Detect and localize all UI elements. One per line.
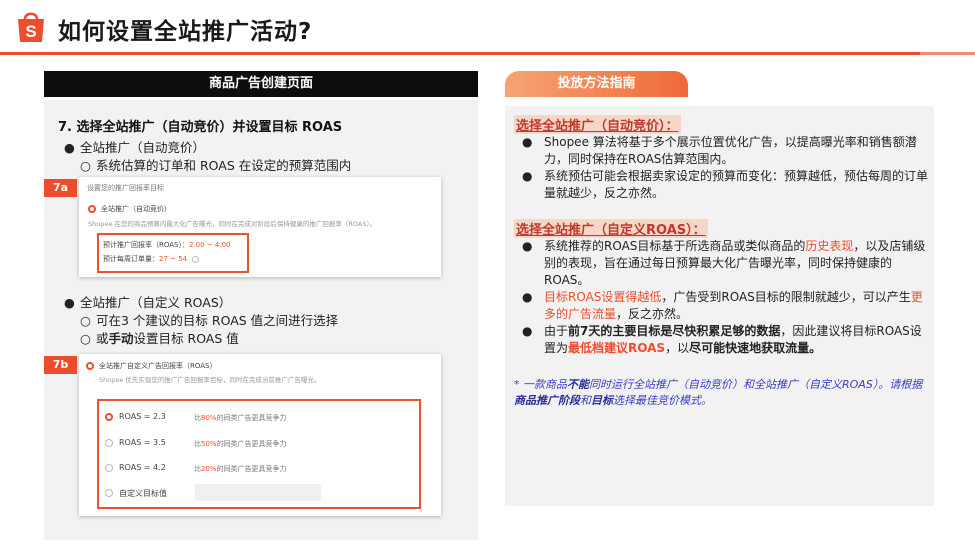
guide-custom-bullet-3: ● 由于前7天的主要目标是尽快积累足够的数据，因此建议将目标ROAS设置为最低档… <box>522 324 922 355</box>
svg-text:S: S <box>25 22 36 41</box>
roas-option-3[interactable]: ROAS = 4.2 <box>119 463 166 472</box>
guide-auto-bullet-2: ● 系统预估可能会根据卖家设定的预算而变化：预算越低，预估每周的订单量就越少，反… <box>522 169 929 200</box>
bullet-dot-icon: ● <box>522 290 533 304</box>
shot-b-desc: Shopee 优先实现您的推广广告回报率目标，同时在完成当前推广广告曝光。 <box>99 376 321 384</box>
roas-estimate: 预计推广回报率（ROAS）：2.00 ~ 4.00 <box>103 241 231 249</box>
roas-option-2[interactable]: ROAS = 3.5 <box>119 438 166 447</box>
section-auto-bid-title: 选择全站推广（自动竞价）： <box>514 115 681 134</box>
custom-target-label: 自定义目标值 <box>119 489 167 498</box>
bullet-custom-roas: ● 全站推广（自定义 ROAS） <box>64 295 232 310</box>
shot-a-heading: 设置您的推广回报率目标 <box>87 184 164 192</box>
guide-custom-bullet-2: ● 目标ROAS设置得越低，广告受到ROAS目标的限制就越少，可以产生更多的广告… <box>522 290 923 321</box>
screenshot-7a: 设置您的推广回报率目标 全站推广（自动竞价） Shopee 在您的商品预算内最大… <box>79 177 441 277</box>
roas-option-radio[interactable] <box>105 464 113 472</box>
bullet-dot-icon: ● <box>522 169 533 183</box>
estimate-highlight-box <box>97 233 249 273</box>
orders-estimate: 预计每周订单量：27 ~ 54 <box>103 254 200 264</box>
bullet-dot-icon: ● <box>522 239 533 253</box>
bullet-dot-icon: ● <box>522 324 533 338</box>
tag-7b: 7b <box>44 356 77 374</box>
roas-option-3-note: 比20%的同类广告更具竞争力 <box>194 465 287 473</box>
shot-a-desc: Shopee 在您的商品预算内最大化广告曝光，同时在完成对阶段后保持健康的推广回… <box>88 220 377 228</box>
roas-option-2-note: 比50%的同类广告更具竞争力 <box>194 440 287 448</box>
guide-auto-bullet-1: ● Shopee 算法将基于多个展示位置优化广告，以提高曝光率和销售额潜力，同时… <box>522 135 917 166</box>
sub-bullet-choose: ○ 可在3 个建议的目标 ROAS 值之间进行选择 <box>80 313 339 328</box>
sub-bullet-auto: ○ 系统估算的订单和 ROAS 在设定的预算范围内 <box>80 158 352 173</box>
title-divider-tail <box>920 52 975 55</box>
shot-b-heading: 全站推广自定义广告回报率（ROAS） <box>99 362 217 370</box>
guide-custom-bullet-1: ● 系统推荐的ROAS目标基于所选商品或类似商品的历史表现，以及店铺级别的表现，… <box>522 239 926 287</box>
shopee-logo-icon: S <box>18 12 44 42</box>
bullet-ring-icon: ○ <box>80 158 91 173</box>
footnote: * 一款商品不能同时运行全站推广（自动竞价）和全站推广（自定义ROAS）。请根据… <box>514 378 923 407</box>
bullet-ring-icon: ○ <box>80 313 91 328</box>
bullet-dot-icon: ● <box>522 135 533 149</box>
tag-7a: 7a <box>44 179 77 197</box>
custom-target-input[interactable] <box>195 484 321 501</box>
info-icon[interactable] <box>192 255 200 263</box>
bullet-dot-icon: ● <box>64 295 75 310</box>
auto-bid-radio[interactable] <box>88 205 96 213</box>
shot-a-option: 全站推广（自动竞价） <box>101 205 171 213</box>
bullet-auto-bid: ● 全站推广（自动竞价） <box>64 140 206 155</box>
roas-option-radio[interactable] <box>105 439 113 447</box>
bullet-dot-icon: ● <box>64 140 75 155</box>
roas-option-1-note: 比80%的同类广告更具竞争力 <box>194 414 287 422</box>
bullet-ring-icon: ○ <box>80 331 91 346</box>
left-section-header: 商品广告创建页面 <box>44 71 478 97</box>
sub-bullet-manual: ○ 或手动设置目标 ROAS 值 <box>80 331 239 346</box>
roas-option-radio[interactable] <box>105 413 113 421</box>
step-title: 7. 选择全站推广（自动竞价）并设置目标 ROAS <box>58 120 343 135</box>
right-section-header: 投放方法指南 <box>505 71 688 97</box>
roas-option-1[interactable]: ROAS = 2.3 <box>119 412 166 421</box>
screenshot-7b: 全站推广自定义广告回报率（ROAS） Shopee 优先实现您的推广广告回报率目… <box>79 354 441 516</box>
page-title: 如何设置全站推广活动? <box>58 19 313 45</box>
custom-roas-radio[interactable] <box>86 362 94 370</box>
section-custom-roas-title: 选择全站推广（自定义ROAS）： <box>514 219 708 238</box>
title-divider <box>0 52 975 55</box>
custom-target-radio[interactable] <box>105 489 113 497</box>
